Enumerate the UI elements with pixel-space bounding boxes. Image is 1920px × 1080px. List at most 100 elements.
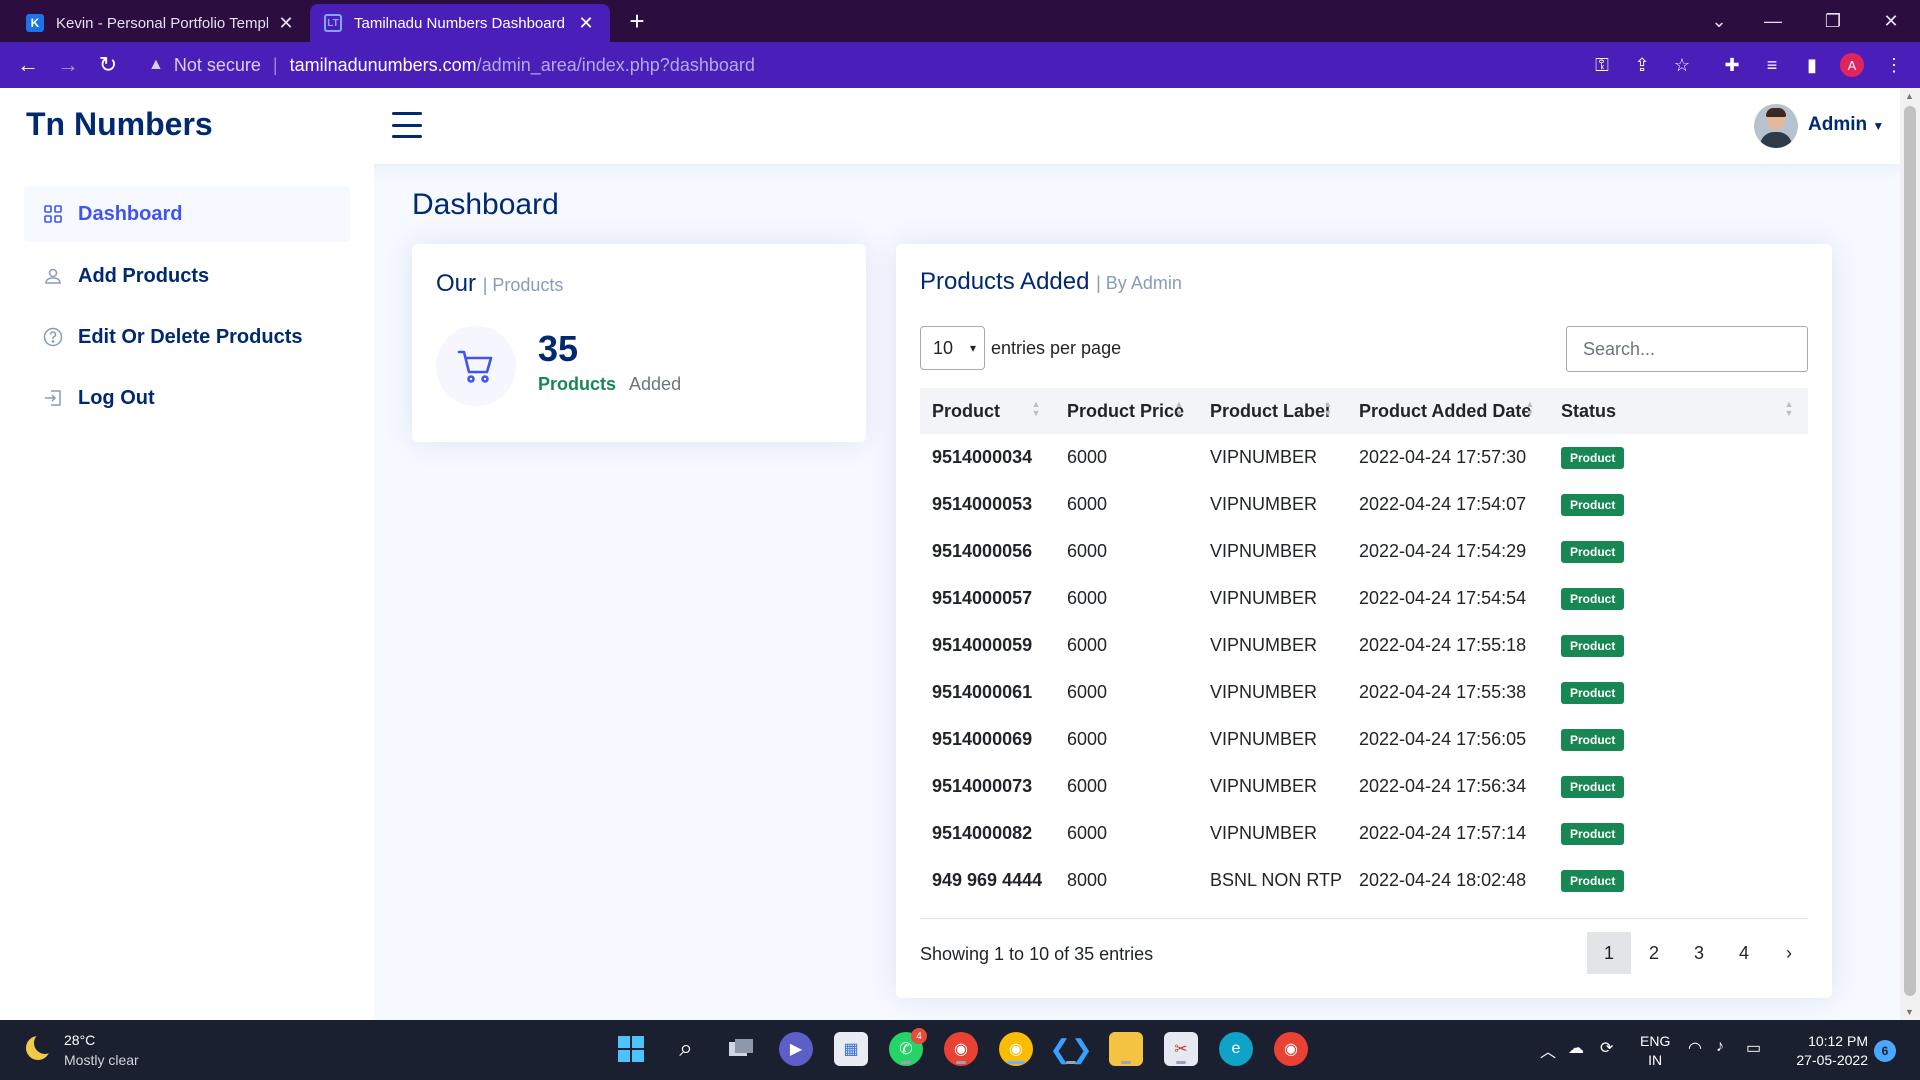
- page-button-1[interactable]: 1: [1587, 932, 1631, 974]
- date-cell: 2022-04-24 17:54:07: [1359, 494, 1527, 514]
- tab-search-chevron-icon[interactable]: ⌄: [1696, 0, 1742, 42]
- table-row: 9514000056 6000 VIPNUMBER 2022-04-24 17:54:…: [920, 528, 1808, 575]
- card-title-main: Our: [436, 270, 477, 297]
- weather-description[interactable]: Mostly clear: [64, 1052, 139, 1068]
- language-indicator[interactable]: ENG IN: [1640, 1032, 1670, 1070]
- teams-chat-icon[interactable]: ▶: [779, 1032, 813, 1066]
- bookmark-star-icon[interactable]: ☆: [1668, 52, 1696, 78]
- browser-toolbar: ← → ↻ ▲ Not secure | tamilnadunumbers.co…: [0, 42, 1920, 88]
- extensions-puzzle-icon[interactable]: ✚: [1718, 52, 1746, 78]
- kevin-favicon-icon: K: [26, 14, 44, 32]
- vscode-icon[interactable]: ❮❯: [1049, 1032, 1093, 1066]
- volume-icon[interactable]: ♪: [1716, 1038, 1724, 1056]
- close-window-icon[interactable]: ✕: [1868, 0, 1914, 42]
- page-button-3[interactable]: 3: [1677, 932, 1721, 974]
- column-header-date[interactable]: Product Added Date ▲ ▼: [1347, 388, 1549, 434]
- label-cell: VIPNUMBER: [1210, 776, 1318, 796]
- new-tab-icon[interactable]: +: [622, 6, 652, 36]
- browser-menu-icon[interactable]: ⋮: [1880, 52, 1908, 78]
- price-cell: 6000: [1067, 447, 1108, 467]
- security-status[interactable]: Not secure: [174, 55, 261, 76]
- admin-dropdown[interactable]: Admin ▼: [1808, 114, 1884, 136]
- per-page-select[interactable]: 10 ▾: [920, 326, 985, 370]
- column-header-status[interactable]: Status ▲ ▼: [1549, 388, 1808, 434]
- address-bar[interactable]: ▲ Not secure | tamilnadunumbers.com /adm…: [136, 48, 1736, 82]
- battery-icon[interactable]: ▭: [1746, 1038, 1761, 1058]
- label-cell: VIPNUMBER: [1210, 494, 1318, 514]
- moon-weather-icon[interactable]: [26, 1032, 56, 1060]
- sort-icon: ▲ ▼: [1323, 399, 1333, 418]
- back-arrow-icon[interactable]: ←: [12, 50, 44, 80]
- site-logo[interactable]: Tn Numbers: [26, 106, 213, 143]
- page-button-2[interactable]: 2: [1632, 932, 1676, 974]
- file-explorer-icon[interactable]: [1109, 1032, 1143, 1066]
- warning-triangle-icon[interactable]: ▲: [148, 56, 164, 74]
- column-header-label[interactable]: Product Label ▲ ▼: [1198, 388, 1347, 434]
- side-panel-icon[interactable]: ▮: [1798, 52, 1826, 78]
- table-row: 9514000073 6000 VIPNUMBER 2022-04-24 17:56:…: [920, 763, 1808, 810]
- scroll-down-icon[interactable]: ▼: [1905, 1007, 1914, 1017]
- price-cell: 6000: [1067, 776, 1108, 796]
- chrome-icon[interactable]: ◉: [1274, 1032, 1308, 1066]
- wifi-icon[interactable]: ◠: [1688, 1038, 1702, 1058]
- share-icon[interactable]: ⇪: [1628, 52, 1656, 78]
- status-cell: Product: [1549, 716, 1808, 763]
- browser-tab-portfolio[interactable]: K Kevin - Personal Portfolio Templa ✕: [12, 4, 310, 42]
- chevron-up-icon[interactable]: ︿: [1540, 1038, 1556, 1062]
- sidebar-item-add-products[interactable]: Add Products: [24, 248, 350, 304]
- windows-start-icon[interactable]: [614, 1032, 648, 1066]
- table-row: 9514000053 6000 VIPNUMBER 2022-04-24 17:54:…: [920, 481, 1808, 528]
- label-cell: VIPNUMBER: [1210, 823, 1318, 843]
- notification-count-badge[interactable]: 6: [1874, 1040, 1896, 1062]
- page-scrollbar[interactable]: ▲ ▼: [1900, 88, 1920, 1020]
- forward-arrow-icon[interactable]: →: [52, 50, 84, 80]
- page-button-4[interactable]: 4: [1722, 932, 1766, 974]
- search-icon[interactable]: ⌕: [669, 1032, 703, 1066]
- media-queue-icon[interactable]: ≡: [1758, 52, 1786, 78]
- search-input[interactable]: Search...: [1566, 326, 1808, 372]
- column-header-product[interactable]: Product ▲ ▼: [920, 388, 1055, 434]
- task-view-icon[interactable]: [724, 1032, 758, 1066]
- column-header-price[interactable]: Product Price ▲ ▼: [1055, 388, 1198, 434]
- status-badge: Product: [1561, 823, 1625, 845]
- close-tab-icon[interactable]: ✕: [576, 13, 596, 34]
- admin-avatar[interactable]: [1754, 104, 1798, 148]
- restore-icon[interactable]: ❐: [1810, 0, 1856, 42]
- sidebar-item-edit-delete-products[interactable]: Edit Or Delete Products: [24, 309, 350, 365]
- profile-avatar[interactable]: A: [1840, 53, 1864, 77]
- table-row: 9514000057 6000 VIPNUMBER 2022-04-24 17:54:…: [920, 575, 1808, 622]
- tab-title: Kevin - Personal Portfolio Templa: [56, 14, 268, 32]
- weather-temperature[interactable]: 28°C: [64, 1032, 95, 1048]
- scroll-up-icon[interactable]: ▲: [1905, 91, 1914, 101]
- count-label-key: Products: [538, 374, 617, 394]
- tab-title: Tamilnadu Numbers Dashboard: [354, 14, 565, 32]
- sidebar-item-dashboard[interactable]: Dashboard: [24, 186, 350, 242]
- whatsapp-icon[interactable]: ✆ 4: [889, 1028, 927, 1066]
- hamburger-menu-icon[interactable]: [392, 112, 422, 138]
- next-page-button[interactable]: ›: [1767, 932, 1811, 974]
- scrollbar-thumb[interactable]: [1904, 106, 1916, 996]
- product-cell: 9514000061: [932, 682, 1033, 702]
- microsoft-store-icon[interactable]: ▦: [834, 1032, 868, 1066]
- onedrive-cloud-icon[interactable]: ☁: [1568, 1038, 1584, 1058]
- per-page-label: entries per page: [991, 337, 1122, 358]
- reload-icon[interactable]: ↻: [92, 50, 124, 80]
- date-cell: 2022-04-24 17:56:34: [1359, 776, 1527, 796]
- price-cell: 6000: [1067, 729, 1108, 749]
- card-title-main: Products Added: [920, 268, 1090, 295]
- system-clock[interactable]: 10:12 PM 27-05-2022: [1778, 1032, 1868, 1070]
- sidebar: Dashboard Add Products Edit Or Delete Pr…: [0, 164, 374, 1020]
- date-cell: 2022-04-24 17:57:14: [1359, 823, 1527, 843]
- sidebar-item-log-out[interactable]: Log Out: [24, 370, 350, 426]
- browser-tab-dashboard[interactable]: LT Tamilnadu Numbers Dashboard ✕: [310, 4, 610, 42]
- minimize-icon[interactable]: —: [1750, 0, 1796, 42]
- snipping-tool-icon[interactable]: ✂: [1164, 1032, 1198, 1066]
- sync-icon[interactable]: ⟳: [1600, 1038, 1613, 1058]
- product-cell: 9514000069: [932, 729, 1033, 749]
- chrome-profile-icon[interactable]: ◉: [944, 1032, 978, 1066]
- chrome-active-icon[interactable]: ◉: [999, 1032, 1033, 1066]
- key-icon[interactable]: ⚿: [1588, 52, 1616, 78]
- products-count: 35: [538, 328, 579, 369]
- close-tab-icon[interactable]: ✕: [276, 13, 296, 34]
- edge-icon[interactable]: e: [1219, 1032, 1253, 1066]
